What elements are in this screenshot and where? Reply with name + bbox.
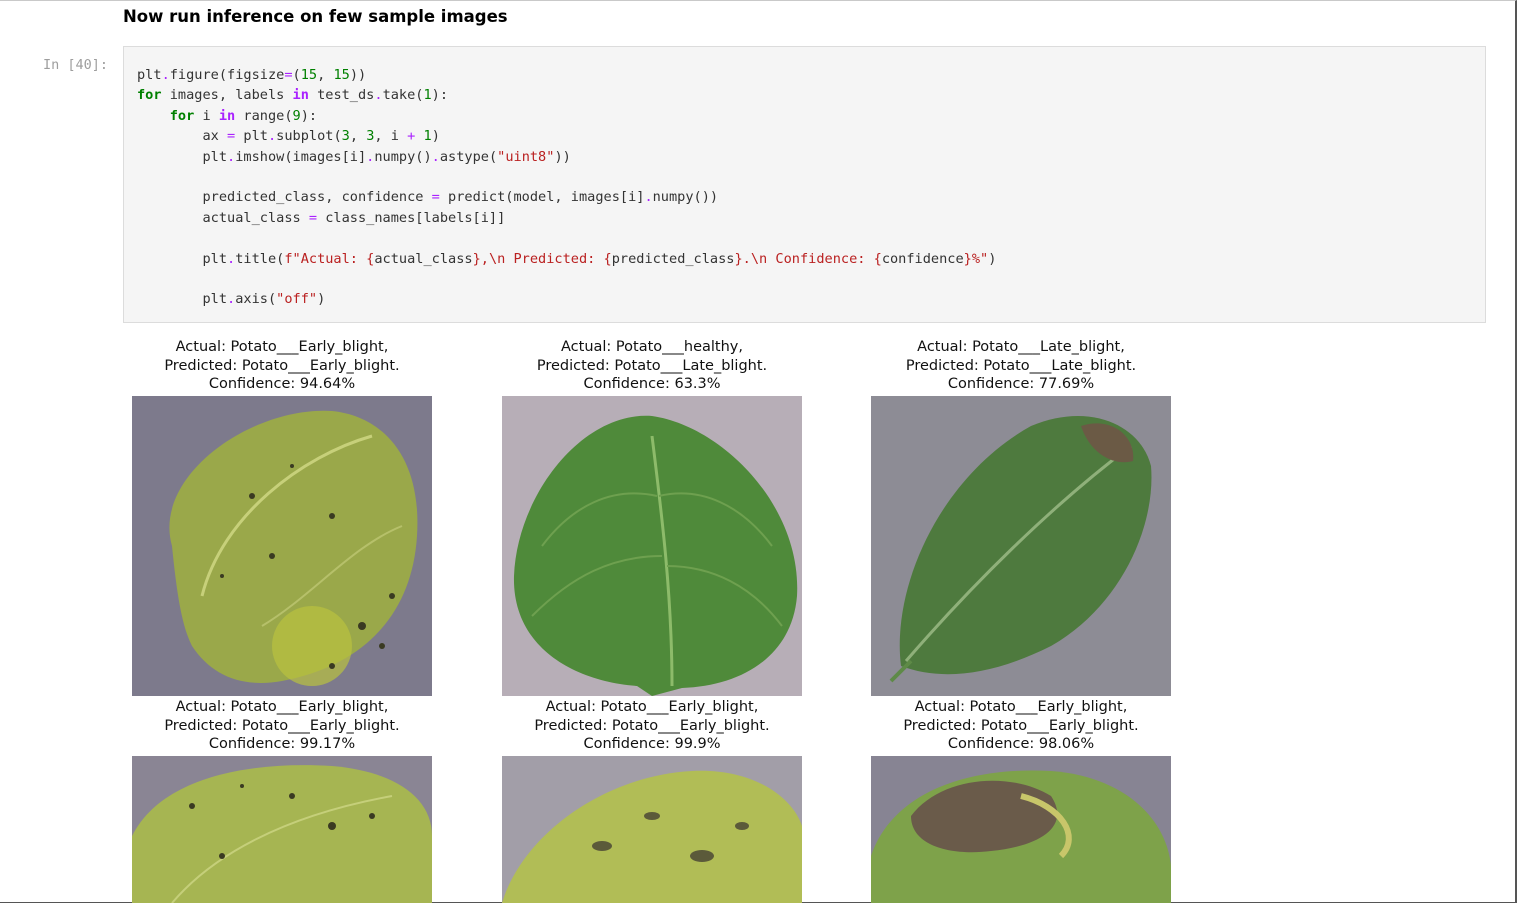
confidence-label: Confidence: 77.69% — [947, 376, 1095, 392]
predicted-label: Predicted: Potato___Late_blight. — [905, 357, 1137, 374]
cell-prompt: In [40]: — [43, 57, 109, 73]
predicted-label: Predicted: Potato___Early_blight. — [903, 717, 1139, 734]
result-panel: Actual: Potato___healthy, Predicted: Pot… — [502, 338, 802, 696]
predicted-label: Predicted: Potato___Early_blight. — [164, 357, 400, 374]
actual-label: Actual: Potato___Early_blight, — [545, 699, 759, 715]
result-panel: Actual: Potato___Late_blight, Predicted:… — [871, 338, 1171, 696]
predicted-label: Predicted: Potato___Late_blight. — [536, 357, 768, 374]
predicted-label: Predicted: Potato___Early_blight. — [164, 717, 400, 734]
confidence-label: Confidence: 98.06% — [947, 736, 1095, 752]
code-cell-editor[interactable]: plt.figure(figsize=(15, 15)) for images,… — [123, 46, 1486, 323]
result-caption: Actual: Potato___Early_blight, Predicted… — [442, 698, 862, 754]
leaf-healthy-image — [502, 396, 802, 696]
actual-label: Actual: Potato___Late_blight, — [917, 339, 1125, 355]
actual-label: Actual: Potato___Early_blight, — [914, 699, 1128, 715]
confidence-label: Confidence: 99.9% — [583, 736, 721, 752]
result-caption: Actual: Potato___Late_blight, Predicted:… — [811, 338, 1231, 394]
result-panel: Actual: Potato___Early_blight, Predicted… — [132, 698, 432, 903]
leaf-early-blight-image — [132, 756, 432, 903]
result-panel: Actual: Potato___Early_blight, Predicted… — [502, 698, 802, 903]
result-caption: Actual: Potato___Early_blight, Predicted… — [72, 698, 492, 754]
result-caption: Actual: Potato___Early_blight, Predicted… — [811, 698, 1231, 754]
result-panel: Actual: Potato___Early_blight, Predicted… — [132, 338, 432, 696]
leaf-early-blight-image — [132, 396, 432, 696]
confidence-label: Confidence: 99.17% — [208, 736, 356, 752]
cell-output: Actual: Potato___Early_blight, Predicted… — [123, 330, 1223, 903]
actual-label: Actual: Potato___Early_blight, — [175, 699, 389, 715]
result-caption: Actual: Potato___Early_blight, Predicted… — [72, 338, 492, 394]
confidence-label: Confidence: 63.3% — [583, 376, 721, 392]
markdown-heading: Now run inference on few sample images — [123, 7, 508, 26]
actual-label: Actual: Potato___healthy, — [561, 339, 743, 355]
leaf-early-blight-image — [502, 756, 802, 903]
code-source[interactable]: plt.figure(figsize=(15, 15)) for images,… — [137, 65, 996, 310]
predicted-label: Predicted: Potato___Early_blight. — [534, 717, 770, 734]
result-panel: Actual: Potato___Early_blight, Predicted… — [871, 698, 1171, 903]
result-caption: Actual: Potato___healthy, Predicted: Pot… — [442, 338, 862, 394]
leaf-early-blight-image — [871, 756, 1171, 903]
confidence-label: Confidence: 94.64% — [208, 376, 356, 392]
leaf-late-blight-image — [871, 396, 1171, 696]
actual-label: Actual: Potato___Early_blight, — [175, 339, 389, 355]
